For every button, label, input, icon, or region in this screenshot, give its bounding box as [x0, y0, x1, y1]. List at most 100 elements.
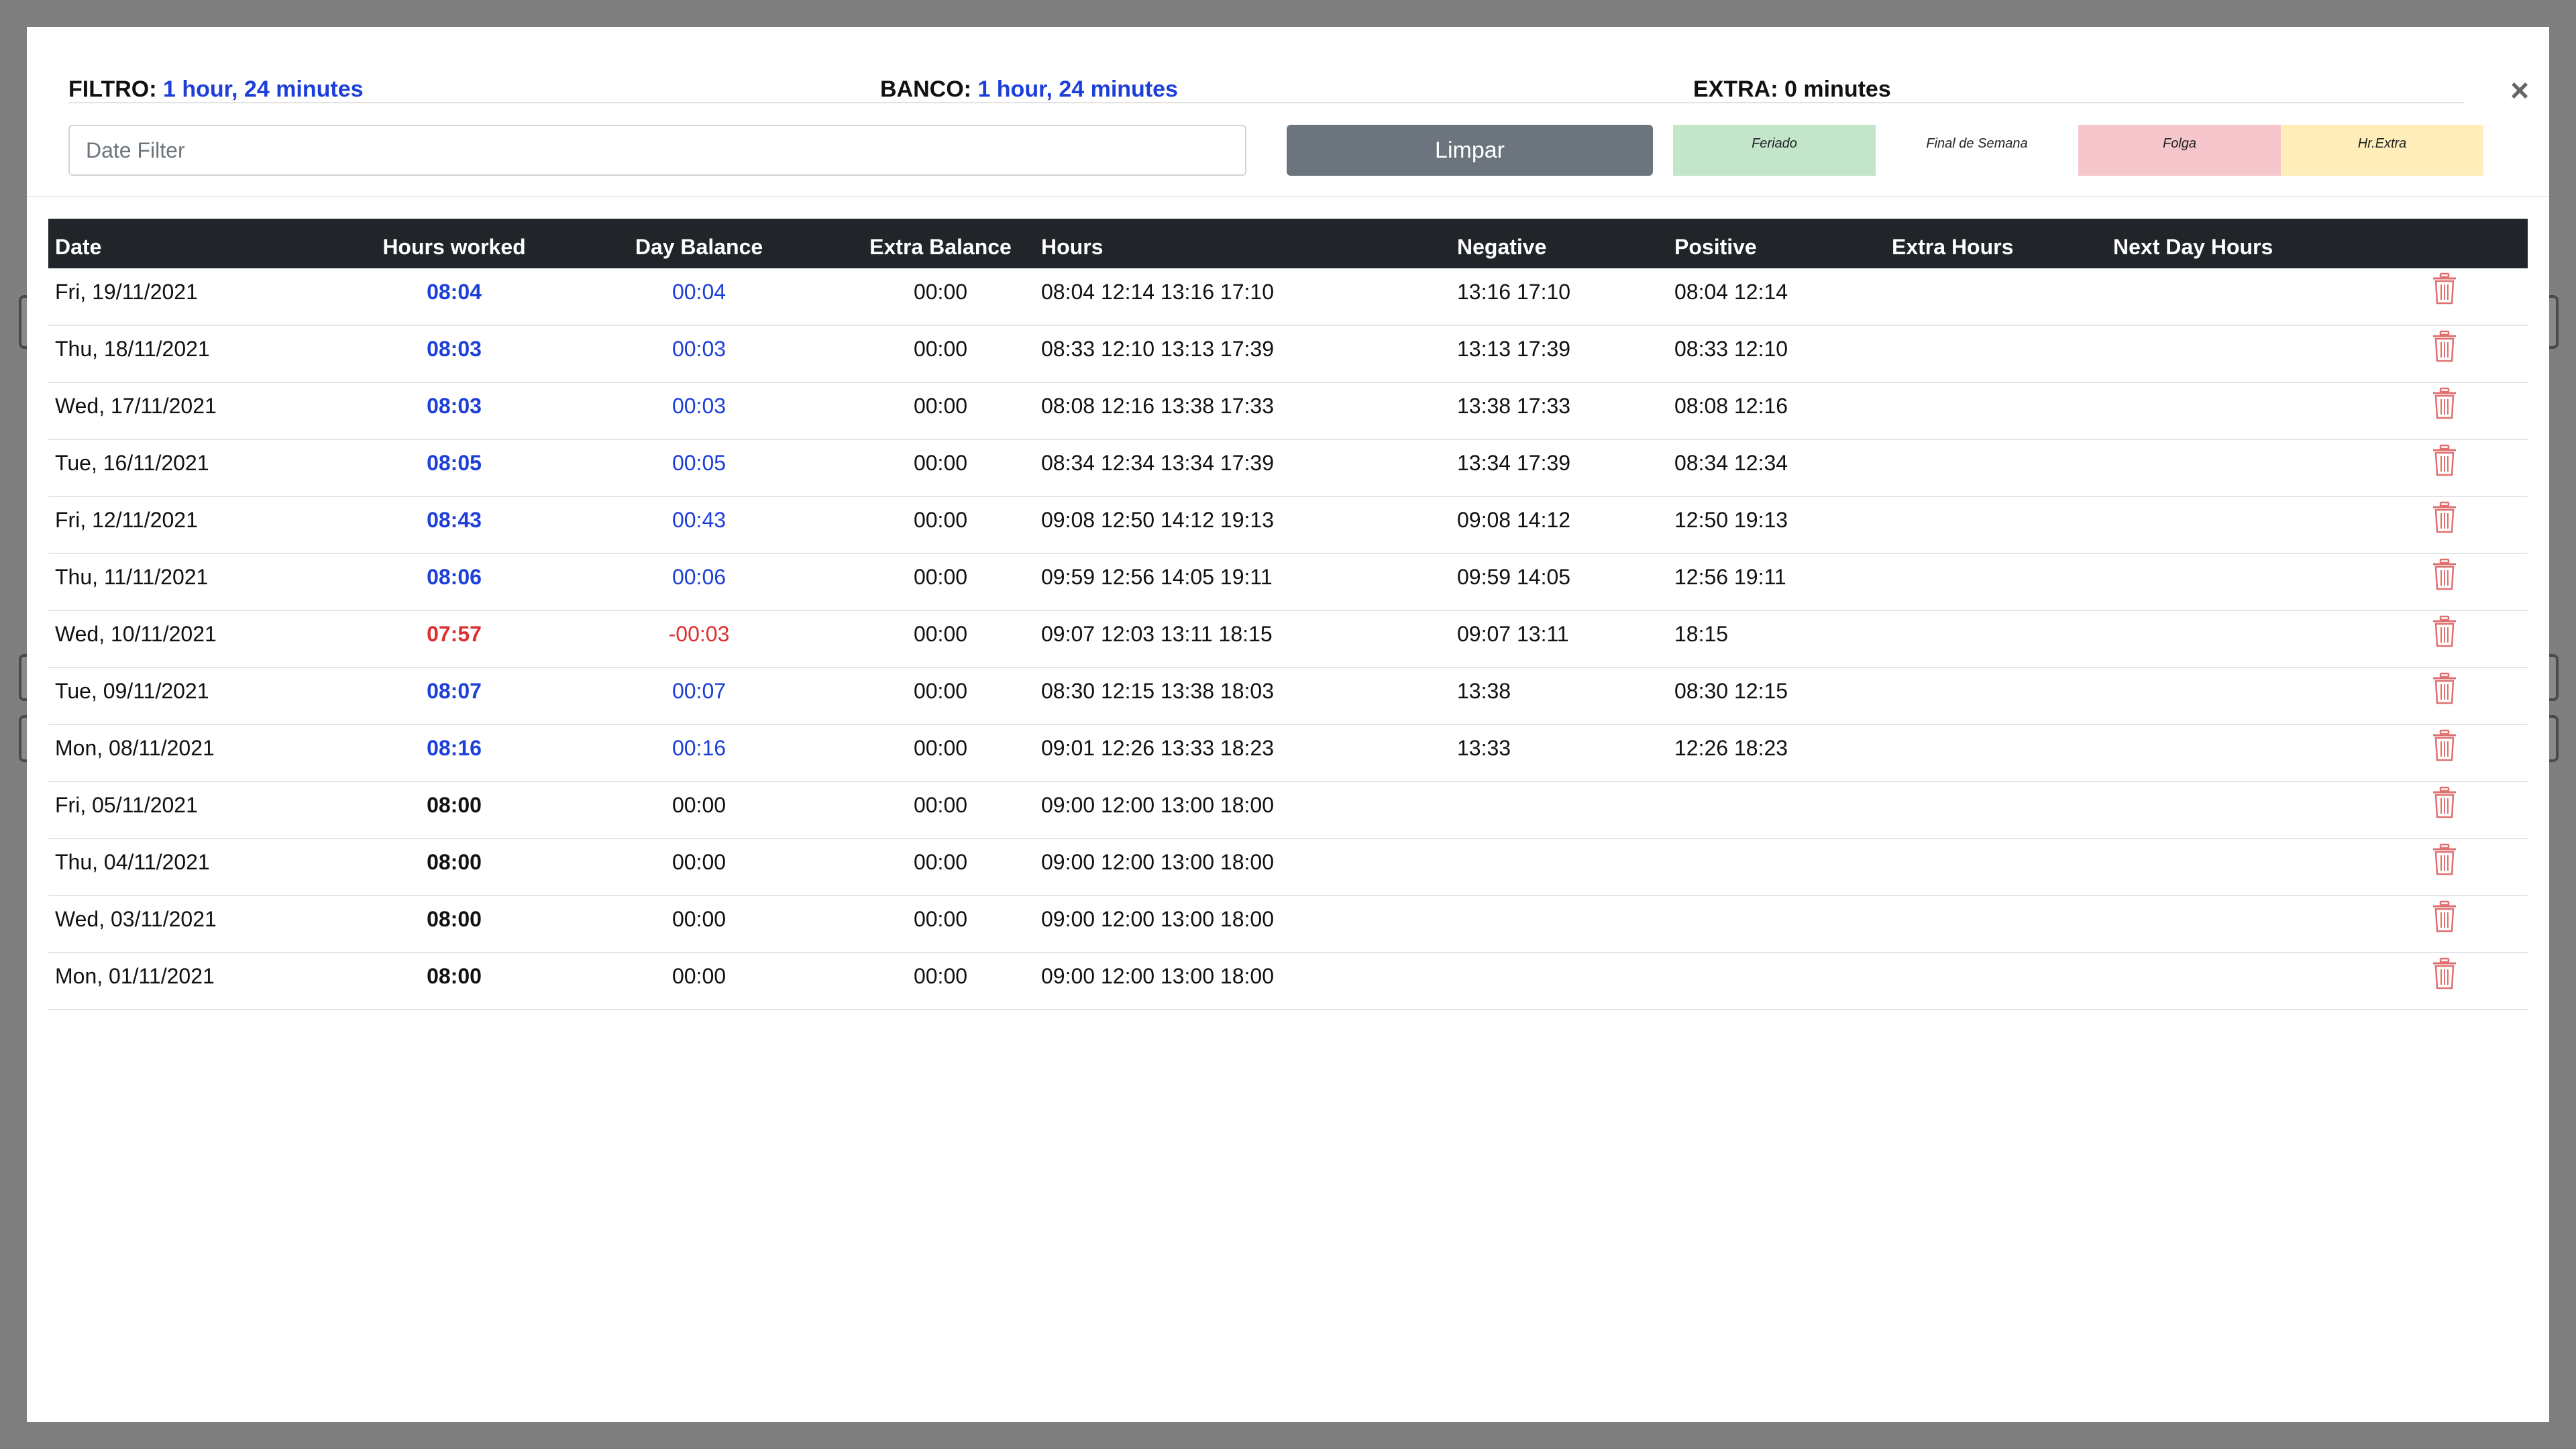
- col-extra-hours[interactable]: Extra Hours: [1885, 219, 2106, 268]
- row-hours-worked: 08:07: [357, 667, 551, 725]
- legend-final-de-semana: Final de Semana: [1876, 125, 2078, 176]
- col-actions: [2361, 219, 2528, 268]
- row-date: Wed, 03/11/2021: [48, 896, 357, 953]
- row-positive: [1668, 782, 1885, 839]
- table-row[interactable]: Mon, 08/11/2021 08:16 00:16 00:00 09:01 12:2…: [48, 724, 2528, 782]
- row-negative: 13:34 17:39: [1450, 439, 1668, 497]
- row-actions: [2361, 610, 2528, 668]
- table-row[interactable]: Wed, 10/11/2021 07:57 -00:03 00:00 09:07 12:…: [48, 610, 2528, 668]
- row-hours-worked: 08:05: [357, 439, 551, 497]
- trash-icon[interactable]: [2431, 387, 2458, 421]
- col-positive[interactable]: Positive: [1668, 219, 1885, 268]
- row-next-day-hours: [2106, 610, 2361, 668]
- trash-icon[interactable]: [2431, 272, 2458, 306]
- row-next-day-hours: [2106, 782, 2361, 839]
- table-row[interactable]: Fri, 12/11/2021 08:43 00:43 00:00 09:08 12:5…: [48, 496, 2528, 554]
- row-positive: 08:30 12:15: [1668, 667, 1885, 725]
- row-hours: 08:30 12:15 13:38 18:03: [1034, 667, 1450, 725]
- clear-button[interactable]: Limpar: [1287, 125, 1653, 176]
- row-actions: [2361, 382, 2528, 440]
- row-hours-worked: 08:00: [357, 896, 551, 953]
- table-row[interactable]: Tue, 09/11/2021 08:07 00:07 00:00 08:30 12:1…: [48, 667, 2528, 725]
- table-row[interactable]: Tue, 16/11/2021 08:05 00:05 00:00 08:34 12:3…: [48, 439, 2528, 497]
- row-date: Mon, 01/11/2021: [48, 953, 357, 1010]
- col-date[interactable]: Date: [48, 219, 357, 268]
- row-actions: [2361, 896, 2528, 953]
- row-next-day-hours: [2106, 496, 2361, 554]
- row-extra-balance: 00:00: [847, 553, 1034, 611]
- trash-icon[interactable]: [2431, 558, 2458, 592]
- row-day-balance: 00:03: [551, 325, 847, 383]
- table-row[interactable]: Thu, 18/11/2021 08:03 00:03 00:00 08:33 12:1…: [48, 325, 2528, 383]
- row-next-day-hours: [2106, 439, 2361, 497]
- banco-label: BANCO:: [880, 76, 971, 102]
- trash-icon[interactable]: [2431, 330, 2458, 364]
- table-row[interactable]: Mon, 01/11/2021 08:00 00:00 00:00 09:00 12:0…: [48, 953, 2528, 1010]
- row-hours-worked: 08:03: [357, 382, 551, 440]
- row-day-balance: 00:43: [551, 496, 847, 554]
- row-actions: [2361, 325, 2528, 383]
- row-hours-worked: 08:04: [357, 268, 551, 326]
- col-next-day-hours[interactable]: Next Day Hours: [2106, 219, 2361, 268]
- col-hours[interactable]: Hours: [1034, 219, 1450, 268]
- row-extra-balance: 00:00: [847, 782, 1034, 839]
- table-row[interactable]: Fri, 19/11/2021 08:04 00:04 00:00 08:04 12:1…: [48, 268, 2528, 326]
- trash-icon[interactable]: [2431, 615, 2458, 649]
- table-row[interactable]: Thu, 04/11/2021 08:00 00:00 00:00 09:00 12:0…: [48, 839, 2528, 896]
- row-next-day-hours: [2106, 382, 2361, 440]
- trash-icon[interactable]: [2431, 900, 2458, 934]
- row-next-day-hours: [2106, 667, 2361, 725]
- row-day-balance: 00:06: [551, 553, 847, 611]
- row-hours: 09:59 12:56 14:05 19:11: [1034, 553, 1450, 611]
- row-date: Mon, 08/11/2021: [48, 724, 357, 782]
- close-button[interactable]: ×: [2510, 75, 2529, 107]
- row-hours: 09:01 12:26 13:33 18:23: [1034, 724, 1450, 782]
- date-filter-input[interactable]: [68, 125, 1246, 176]
- row-date: Tue, 16/11/2021: [48, 439, 357, 497]
- row-extra-hours: [1885, 667, 2106, 725]
- table-row[interactable]: Wed, 17/11/2021 08:03 00:03 00:00 08:08 12:1…: [48, 382, 2528, 440]
- row-day-balance: 00:00: [551, 782, 847, 839]
- filtro-value: 1 hour, 24 minutes: [163, 76, 364, 102]
- legend-feriado: Feriado: [1673, 125, 1876, 176]
- row-positive: 12:50 19:13: [1668, 496, 1885, 554]
- filtro-summary: FILTRO: 1 hour, 24 minutes: [68, 76, 364, 103]
- row-actions: [2361, 953, 2528, 1010]
- row-extra-hours: [1885, 896, 2106, 953]
- row-negative: [1450, 839, 1668, 896]
- col-hours-worked[interactable]: Hours worked: [357, 219, 551, 268]
- table-row[interactable]: Wed, 03/11/2021 08:00 00:00 00:00 09:00 12:0…: [48, 896, 2528, 953]
- row-hours-worked: 08:43: [357, 496, 551, 554]
- col-extra-balance[interactable]: Extra Balance: [847, 219, 1034, 268]
- col-negative[interactable]: Negative: [1450, 219, 1668, 268]
- row-day-balance: 00:07: [551, 667, 847, 725]
- row-extra-hours: [1885, 382, 2106, 440]
- trash-icon[interactable]: [2431, 843, 2458, 877]
- row-day-balance: 00:04: [551, 268, 847, 326]
- trash-icon[interactable]: [2431, 957, 2458, 991]
- row-day-balance: 00:05: [551, 439, 847, 497]
- table-header-row: Date Hours worked Day Balance Extra Bala…: [48, 219, 2528, 268]
- row-date: Fri, 19/11/2021: [48, 268, 357, 326]
- row-day-balance: 00:16: [551, 724, 847, 782]
- table-row[interactable]: Fri, 05/11/2021 08:00 00:00 00:00 09:00 12:0…: [48, 782, 2528, 839]
- row-positive: [1668, 953, 1885, 1010]
- trash-icon[interactable]: [2431, 672, 2458, 706]
- table-row[interactable]: Thu, 11/11/2021 08:06 00:06 00:00 09:59 12:5…: [48, 553, 2528, 611]
- row-extra-balance: 00:00: [847, 953, 1034, 1010]
- trash-icon[interactable]: [2431, 786, 2458, 820]
- row-extra-hours: [1885, 439, 2106, 497]
- row-extra-balance: 00:00: [847, 439, 1034, 497]
- row-hours-worked: 08:03: [357, 325, 551, 383]
- col-day-balance[interactable]: Day Balance: [551, 219, 847, 268]
- row-next-day-hours: [2106, 839, 2361, 896]
- trash-icon[interactable]: [2431, 444, 2458, 478]
- trash-icon[interactable]: [2431, 501, 2458, 535]
- row-actions: [2361, 439, 2528, 497]
- row-date: Wed, 10/11/2021: [48, 610, 357, 668]
- row-date: Wed, 17/11/2021: [48, 382, 357, 440]
- row-hours: 09:00 12:00 13:00 18:00: [1034, 896, 1450, 953]
- trash-icon[interactable]: [2431, 729, 2458, 763]
- row-extra-hours: [1885, 839, 2106, 896]
- extra-value: 0 minutes: [1784, 76, 1891, 102]
